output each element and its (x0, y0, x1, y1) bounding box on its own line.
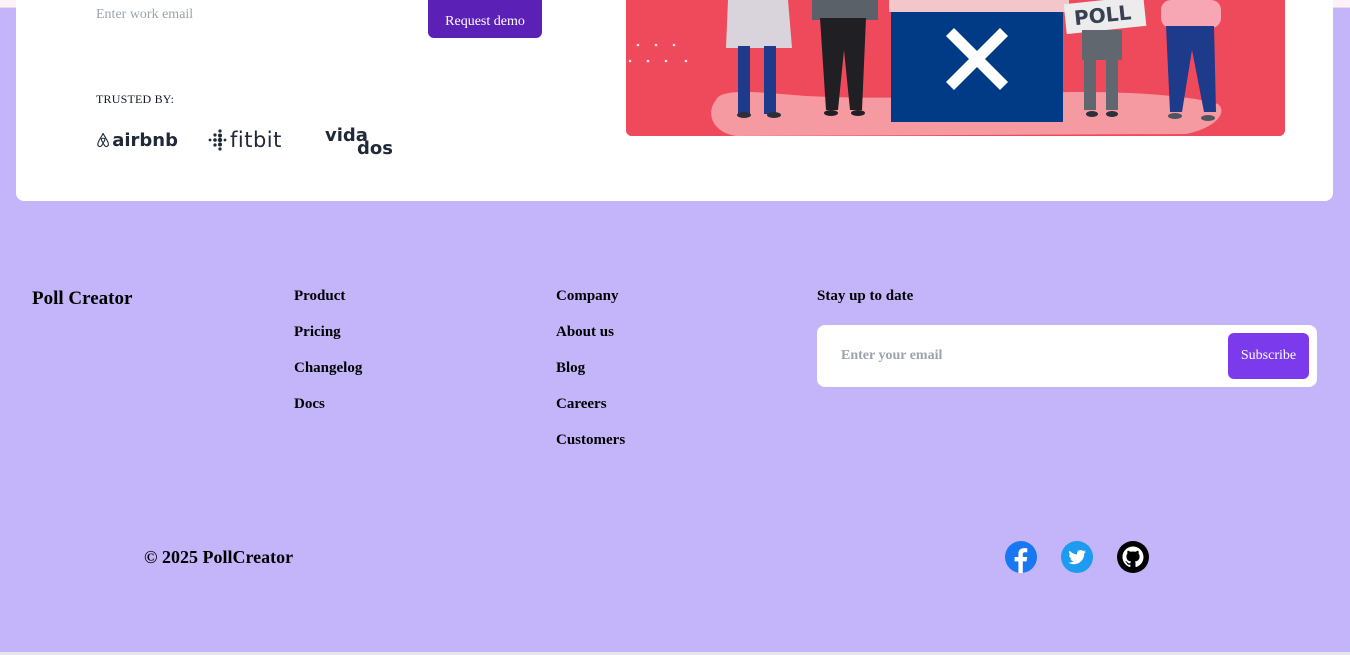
footer-company-column: Company About us Blog Careers Customers (556, 288, 625, 450)
airbnb-logo: airbnb (96, 122, 178, 158)
voting-people-illustration: POLL (626, 0, 1285, 136)
hero-card: Request demo TRUSTED BY: airbnb fitbit v… (16, 0, 1333, 201)
vidados-wordmark: vida dos (325, 125, 393, 157)
github-icon[interactable] (1117, 541, 1149, 573)
newsletter-email-input[interactable] (841, 341, 1211, 371)
svg-text:dos: dos (357, 138, 393, 157)
trusted-by-label: TRUSTED BY: (96, 92, 175, 106)
fitbit-wordmark: fitbit (230, 128, 282, 152)
footer-link-about-us[interactable]: About us (556, 324, 625, 342)
hero-illustration: POLL (626, 0, 1285, 136)
footer-product-column: Product Pricing Changelog Docs (294, 288, 362, 414)
work-email-input[interactable] (96, 0, 416, 30)
footer-link-customers[interactable]: Customers (556, 432, 625, 450)
vidados-logo: vida dos (325, 122, 399, 158)
footer-link-changelog[interactable]: Changelog (294, 360, 362, 378)
request-demo-button[interactable]: Request demo (428, 0, 542, 38)
newsletter-form: Subscribe (817, 325, 1317, 387)
subscribe-button[interactable]: Subscribe (1228, 333, 1309, 379)
demo-request-form: Request demo (96, 0, 542, 38)
footer-brand: Poll Creator (32, 288, 133, 309)
newsletter-heading: Stay up to date (817, 288, 914, 304)
product-heading: Product (294, 288, 346, 304)
footer-link-blog[interactable]: Blog (556, 360, 625, 378)
fitbit-logo: fitbit (207, 122, 289, 158)
footer-link-careers[interactable]: Careers (556, 396, 625, 414)
copyright-text: © 2025 PollCreator (144, 547, 294, 567)
twitter-icon[interactable] (1061, 541, 1093, 573)
footer-link-docs[interactable]: Docs (294, 396, 362, 414)
footer-link-pricing[interactable]: Pricing (294, 324, 362, 342)
fitbit-dots-icon (208, 129, 227, 151)
airbnb-wordmark: airbnb (112, 129, 178, 151)
airbnb-icon (97, 132, 109, 148)
facebook-icon[interactable] (1005, 541, 1037, 573)
company-heading: Company (556, 288, 619, 304)
